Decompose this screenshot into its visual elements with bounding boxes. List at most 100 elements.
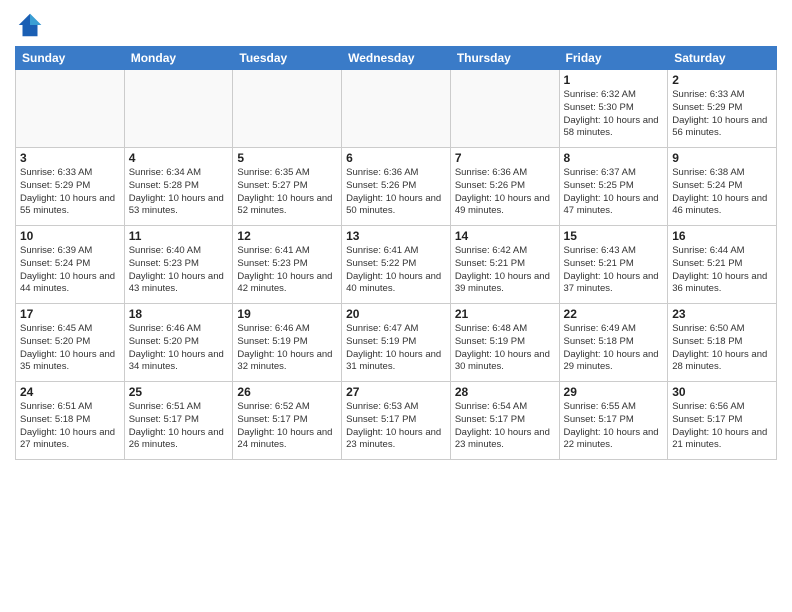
- day-info: Sunrise: 6:38 AM Sunset: 5:24 PM Dayligh…: [672, 167, 772, 218]
- day-number: 29: [564, 385, 664, 399]
- day-cell: 24 Sunrise: 6:51 AM Sunset: 5:18 PM Dayli…: [16, 382, 125, 460]
- day-number: 1: [564, 73, 664, 87]
- day-cell: 20 Sunrise: 6:47 AM Sunset: 5:19 PM Dayli…: [342, 304, 451, 382]
- week-row-3: 17Sunrise: 6:45 AM Sunset: 5:20 PM Dayli…: [16, 304, 777, 382]
- day-info: Sunrise: 6:34 AM Sunset: 5:28 PM Dayligh…: [129, 167, 229, 218]
- day-info: Sunrise: 6:52 AM Sunset: 5:17 PM Dayligh…: [237, 401, 337, 452]
- weekday-header-thursday: Thursday: [450, 47, 559, 70]
- day-cell: 26Sunrise: 6:52 AM Sunset: 5:17 PM Dayli…: [233, 382, 342, 460]
- day-cell: [16, 70, 125, 148]
- weekday-header-row: SundayMondayTuesdayWednesdayThursdayFrid…: [16, 47, 777, 70]
- day-cell: 11 Sunrise: 6:40 AM Sunset: 5:23 PM Dayli…: [124, 226, 233, 304]
- day-cell: 1 Sunrise: 6:32 AM Sunset: 5:30 PM Daylig…: [559, 70, 668, 148]
- day-number: 9: [672, 151, 772, 165]
- day-info: Sunrise: 6:47 AM Sunset: 5:19 PM Dayligh…: [346, 323, 446, 374]
- day-number: 15: [564, 229, 664, 243]
- week-row-4: 24 Sunrise: 6:51 AM Sunset: 5:18 PM Dayli…: [16, 382, 777, 460]
- weekday-header-monday: Monday: [124, 47, 233, 70]
- day-info: Sunrise: 6:49 AM Sunset: 5:18 PM Dayligh…: [564, 323, 664, 374]
- day-cell: 9 Sunrise: 6:38 AM Sunset: 5:24 PM Daylig…: [668, 148, 777, 226]
- day-number: 27: [346, 385, 446, 399]
- day-number: 30: [672, 385, 772, 399]
- day-info: Sunrise: 6:56 AM Sunset: 5:17 PM Dayligh…: [672, 401, 772, 452]
- day-number: 18: [129, 307, 229, 321]
- day-info: Sunrise: 6:41 AM Sunset: 5:23 PM Dayligh…: [237, 245, 337, 296]
- day-info: Sunrise: 6:33 AM Sunset: 5:29 PM Dayligh…: [672, 89, 772, 140]
- day-number: 23: [672, 307, 772, 321]
- day-info: Sunrise: 6:50 AM Sunset: 5:18 PM Dayligh…: [672, 323, 772, 374]
- day-info: Sunrise: 6:35 AM Sunset: 5:27 PM Dayligh…: [237, 167, 337, 218]
- day-cell: 28 Sunrise: 6:54 AM Sunset: 5:17 PM Dayli…: [450, 382, 559, 460]
- week-row-1: 3Sunrise: 6:33 AM Sunset: 5:29 PM Daylig…: [16, 148, 777, 226]
- day-info: Sunrise: 6:37 AM Sunset: 5:25 PM Dayligh…: [564, 167, 664, 218]
- day-number: 4: [129, 151, 229, 165]
- day-info: Sunrise: 6:43 AM Sunset: 5:21 PM Dayligh…: [564, 245, 664, 296]
- day-cell: 7 Sunrise: 6:36 AM Sunset: 5:26 PM Daylig…: [450, 148, 559, 226]
- day-cell: 14 Sunrise: 6:42 AM Sunset: 5:21 PM Dayli…: [450, 226, 559, 304]
- day-cell: 6 Sunrise: 6:36 AM Sunset: 5:26 PM Daylig…: [342, 148, 451, 226]
- day-number: 22: [564, 307, 664, 321]
- day-number: 16: [672, 229, 772, 243]
- day-cell: [233, 70, 342, 148]
- day-number: 13: [346, 229, 446, 243]
- day-info: Sunrise: 6:46 AM Sunset: 5:20 PM Dayligh…: [129, 323, 229, 374]
- day-cell: 22 Sunrise: 6:49 AM Sunset: 5:18 PM Dayli…: [559, 304, 668, 382]
- day-cell: 13Sunrise: 6:41 AM Sunset: 5:22 PM Dayli…: [342, 226, 451, 304]
- week-row-2: 10Sunrise: 6:39 AM Sunset: 5:24 PM Dayli…: [16, 226, 777, 304]
- day-number: 20: [346, 307, 446, 321]
- day-number: 2: [672, 73, 772, 87]
- day-cell: [124, 70, 233, 148]
- day-cell: [450, 70, 559, 148]
- day-number: 8: [564, 151, 664, 165]
- day-number: 5: [237, 151, 337, 165]
- day-number: 21: [455, 307, 555, 321]
- day-cell: 30 Sunrise: 6:56 AM Sunset: 5:17 PM Dayli…: [668, 382, 777, 460]
- weekday-header-saturday: Saturday: [668, 47, 777, 70]
- day-info: Sunrise: 6:32 AM Sunset: 5:30 PM Dayligh…: [564, 89, 664, 140]
- logo: [15, 10, 49, 40]
- day-cell: 19 Sunrise: 6:46 AM Sunset: 5:19 PM Dayli…: [233, 304, 342, 382]
- day-info: Sunrise: 6:44 AM Sunset: 5:21 PM Dayligh…: [672, 245, 772, 296]
- day-cell: 17Sunrise: 6:45 AM Sunset: 5:20 PM Dayli…: [16, 304, 125, 382]
- day-number: 12: [237, 229, 337, 243]
- weekday-header-wednesday: Wednesday: [342, 47, 451, 70]
- calendar-table: SundayMondayTuesdayWednesdayThursdayFrid…: [15, 46, 777, 460]
- day-number: 25: [129, 385, 229, 399]
- day-info: Sunrise: 6:33 AM Sunset: 5:29 PM Dayligh…: [20, 167, 120, 218]
- day-cell: 29 Sunrise: 6:55 AM Sunset: 5:17 PM Dayli…: [559, 382, 668, 460]
- day-number: 7: [455, 151, 555, 165]
- day-info: Sunrise: 6:55 AM Sunset: 5:17 PM Dayligh…: [564, 401, 664, 452]
- day-info: Sunrise: 6:54 AM Sunset: 5:17 PM Dayligh…: [455, 401, 555, 452]
- day-cell: 25 Sunrise: 6:51 AM Sunset: 5:17 PM Dayli…: [124, 382, 233, 460]
- day-cell: 12 Sunrise: 6:41 AM Sunset: 5:23 PM Dayli…: [233, 226, 342, 304]
- header: [15, 10, 777, 40]
- day-info: Sunrise: 6:36 AM Sunset: 5:26 PM Dayligh…: [346, 167, 446, 218]
- day-info: Sunrise: 6:36 AM Sunset: 5:26 PM Dayligh…: [455, 167, 555, 218]
- day-info: Sunrise: 6:51 AM Sunset: 5:18 PM Dayligh…: [20, 401, 120, 452]
- day-info: Sunrise: 6:46 AM Sunset: 5:19 PM Dayligh…: [237, 323, 337, 374]
- day-number: 28: [455, 385, 555, 399]
- day-cell: 8 Sunrise: 6:37 AM Sunset: 5:25 PM Daylig…: [559, 148, 668, 226]
- day-cell: [342, 70, 451, 148]
- day-cell: 10Sunrise: 6:39 AM Sunset: 5:24 PM Dayli…: [16, 226, 125, 304]
- day-info: Sunrise: 6:51 AM Sunset: 5:17 PM Dayligh…: [129, 401, 229, 452]
- day-number: 24: [20, 385, 120, 399]
- day-number: 14: [455, 229, 555, 243]
- day-cell: 15 Sunrise: 6:43 AM Sunset: 5:21 PM Dayli…: [559, 226, 668, 304]
- day-cell: 2 Sunrise: 6:33 AM Sunset: 5:29 PM Daylig…: [668, 70, 777, 148]
- weekday-header-tuesday: Tuesday: [233, 47, 342, 70]
- day-number: 6: [346, 151, 446, 165]
- day-info: Sunrise: 6:45 AM Sunset: 5:20 PM Dayligh…: [20, 323, 120, 374]
- day-info: Sunrise: 6:40 AM Sunset: 5:23 PM Dayligh…: [129, 245, 229, 296]
- day-cell: 27 Sunrise: 6:53 AM Sunset: 5:17 PM Dayli…: [342, 382, 451, 460]
- day-number: 11: [129, 229, 229, 243]
- page: SundayMondayTuesdayWednesdayThursdayFrid…: [0, 0, 792, 612]
- weekday-header-sunday: Sunday: [16, 47, 125, 70]
- week-row-0: 1 Sunrise: 6:32 AM Sunset: 5:30 PM Daylig…: [16, 70, 777, 148]
- day-info: Sunrise: 6:48 AM Sunset: 5:19 PM Dayligh…: [455, 323, 555, 374]
- day-info: Sunrise: 6:42 AM Sunset: 5:21 PM Dayligh…: [455, 245, 555, 296]
- day-number: 19: [237, 307, 337, 321]
- day-info: Sunrise: 6:53 AM Sunset: 5:17 PM Dayligh…: [346, 401, 446, 452]
- day-cell: 21 Sunrise: 6:48 AM Sunset: 5:19 PM Dayli…: [450, 304, 559, 382]
- day-cell: 5 Sunrise: 6:35 AM Sunset: 5:27 PM Daylig…: [233, 148, 342, 226]
